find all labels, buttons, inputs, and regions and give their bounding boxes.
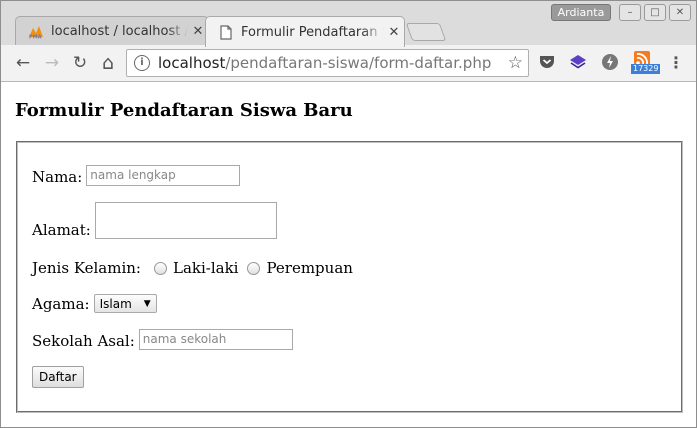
forward-icon[interactable]: →: [41, 52, 63, 74]
alamat-label: Alamat:: [32, 221, 91, 239]
agama-select[interactable]: Islam ▼: [93, 294, 157, 313]
new-tab-button[interactable]: [405, 23, 447, 41]
laki-laki-radio[interactable]: [153, 262, 167, 275]
stack-extension-icon[interactable]: [569, 53, 589, 73]
phpmyadmin-icon: PMA: [28, 24, 44, 40]
maximize-button[interactable]: □: [644, 4, 666, 21]
laki-laki-label: Laki-laki: [172, 259, 239, 277]
tab-close-icon[interactable]: ✕: [384, 25, 404, 40]
lightning-icon[interactable]: [601, 53, 621, 73]
sekolah-row: Sekolah Asal: nama sekolah: [32, 329, 293, 350]
url-host: localhost: [158, 54, 226, 72]
close-window-button[interactable]: ✕: [669, 4, 691, 21]
page-icon: [218, 24, 234, 40]
page-title: Formulir Pendaftaran Siswa Baru: [15, 100, 353, 121]
address-bar[interactable]: i localhost/pendaftaran-siswa/form-dafta…: [126, 49, 529, 77]
rss-icon[interactable]: 17329: [631, 51, 661, 77]
page-content: Formulir Pendaftaran Siswa Baru Nama: na…: [1, 82, 696, 427]
tab-formulir[interactable]: Formulir Pendaftaran Siswa ✕: [205, 16, 405, 47]
rss-count-badge: 17329: [631, 64, 661, 74]
perempuan-radio[interactable]: [247, 262, 261, 275]
svg-text:PMA: PMA: [29, 34, 42, 39]
tab-strip: PMA localhost / localhost / phpMyAdmin ✕…: [1, 1, 696, 47]
tab-phpmyadmin[interactable]: PMA localhost / localhost / phpMyAdmin ✕: [15, 16, 209, 46]
profile-button[interactable]: Ardianta: [551, 4, 611, 21]
agama-row: Agama: Islam ▼: [32, 294, 157, 313]
registration-fieldset: Nama: nama lengkap Alamat: Jenis Kelamin…: [16, 141, 683, 413]
agama-label: Agama:: [32, 295, 90, 313]
perempuan-label: Perempuan: [266, 259, 353, 277]
agama-selected-value: Islam: [99, 296, 132, 311]
minimize-button[interactable]: –: [619, 4, 641, 21]
jenis-kelamin-label: Jenis Kelamin:: [32, 259, 141, 277]
browser-toolbar: ← → ↻ ⌂ i localhost/pendaftaran-siswa/fo…: [1, 45, 696, 82]
dropdown-arrow-icon: ▼: [143, 298, 151, 309]
nama-label: Nama:: [32, 168, 83, 186]
nama-input[interactable]: nama lengkap: [86, 165, 241, 186]
reload-icon[interactable]: ↻: [69, 52, 91, 74]
home-icon[interactable]: ⌂: [97, 52, 119, 74]
daftar-button[interactable]: Daftar: [32, 366, 84, 388]
submit-row: Daftar: [32, 366, 84, 388]
back-icon[interactable]: ←: [12, 52, 34, 74]
pocket-icon[interactable]: [538, 53, 558, 73]
bookmark-star-icon[interactable]: ☆: [508, 53, 523, 73]
url-path: /pendaftaran-siswa/form-daftar.php: [225, 54, 492, 72]
info-icon[interactable]: i: [134, 55, 150, 71]
nama-row: Nama: nama lengkap: [32, 165, 241, 186]
sekolah-label: Sekolah Asal:: [32, 332, 135, 350]
alamat-textarea[interactable]: [94, 202, 277, 239]
alamat-row: Alamat:: [32, 202, 277, 239]
tab-title: localhost / localhost / phpMyAdmin: [51, 24, 188, 39]
tab-title: Formulir Pendaftaran Siswa: [241, 24, 384, 40]
browser-window: PMA localhost / localhost / phpMyAdmin ✕…: [0, 0, 697, 428]
jenis-kelamin-row: Jenis Kelamin: Laki-laki Perempuan: [32, 259, 353, 277]
menu-icon[interactable]: ⋮: [665, 52, 687, 74]
sekolah-input[interactable]: nama sekolah: [138, 329, 293, 350]
